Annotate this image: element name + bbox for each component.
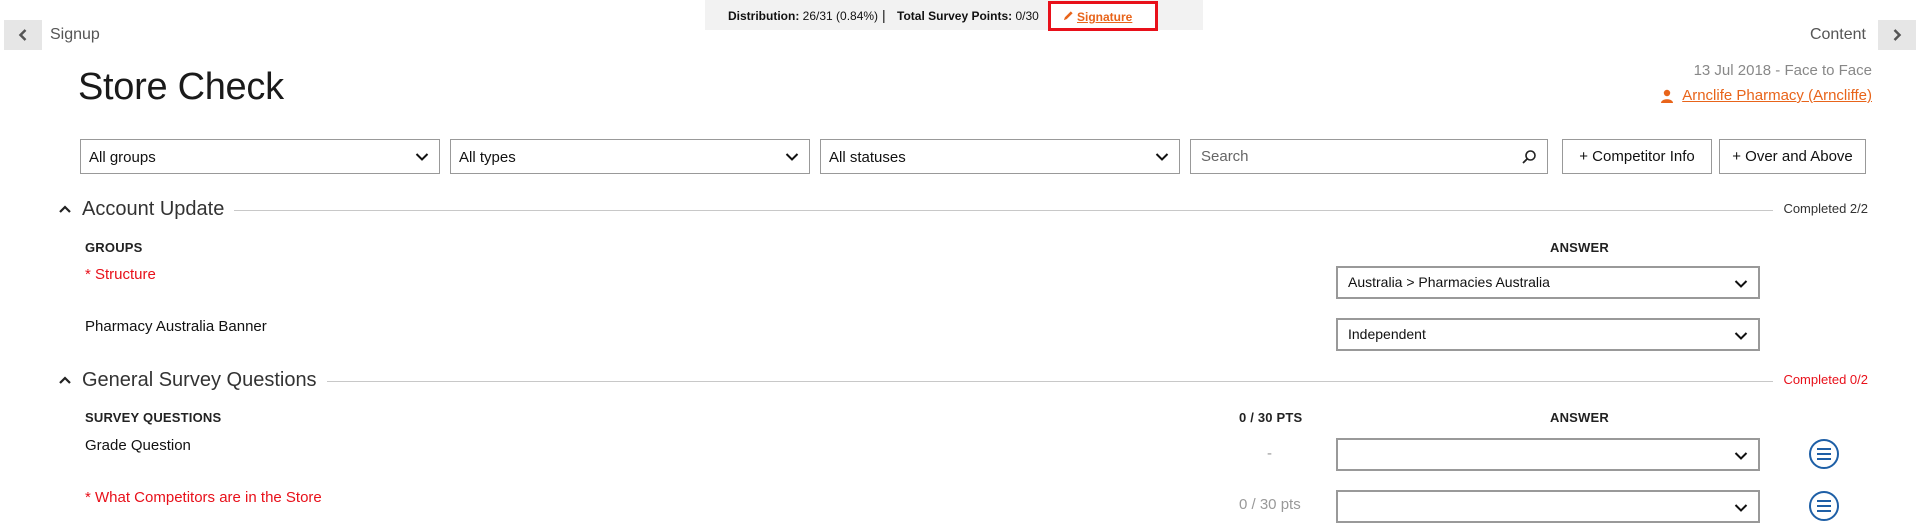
statuses-filter-select[interactable]: All statuses <box>820 139 1180 174</box>
section-title: Account Update <box>82 198 235 221</box>
types-filter-select[interactable]: All types <box>450 139 810 174</box>
prev-page-label[interactable]: Signup <box>50 26 100 44</box>
question-structure: * Structure <box>85 266 156 283</box>
signature-link[interactable]: Signature <box>1063 10 1132 24</box>
chevron-left-icon <box>18 29 27 41</box>
search-placeholder: Search <box>1201 148 1249 165</box>
chevron-down-icon <box>785 153 799 161</box>
chevron-down-icon <box>1734 504 1748 512</box>
section-completed: Completed 2/2 <box>1773 201 1868 216</box>
question-competitors: * What Competitors are in the Store <box>85 489 322 506</box>
groups-filter-value: All groups <box>89 149 156 166</box>
survey-points-value: 0/30 <box>1015 9 1039 23</box>
pencil-icon <box>1063 11 1073 21</box>
section-title: General Survey Questions <box>82 369 327 392</box>
chevron-up-icon[interactable] <box>58 204 72 214</box>
person-icon <box>1661 89 1674 103</box>
competitors-answer-select[interactable] <box>1336 490 1760 523</box>
stat-separator: | <box>882 7 886 23</box>
chevron-down-icon <box>1734 452 1748 460</box>
store-link[interactable]: Arnclife Pharmacy (Arncliffe) <box>1660 87 1872 104</box>
next-page-button[interactable] <box>1878 20 1916 50</box>
list-menu-icon[interactable] <box>1808 438 1840 470</box>
banner-answer-value: Independent <box>1348 326 1426 342</box>
question-pharmacy-banner: Pharmacy Australia Banner <box>85 318 267 335</box>
chevron-right-icon <box>1893 29 1902 41</box>
question-points: 0 / 30 pts <box>1239 496 1301 513</box>
prev-page-button[interactable] <box>4 20 42 50</box>
chevron-down-icon <box>1734 332 1748 340</box>
grade-answer-select[interactable] <box>1336 438 1760 471</box>
over-and-above-button[interactable]: + Over and Above <box>1719 139 1866 174</box>
chevron-down-icon <box>1155 153 1169 161</box>
answer-column-header: ANSWER <box>1550 410 1609 425</box>
competitor-info-button[interactable]: + Competitor Info <box>1562 139 1712 174</box>
visit-date-type: 13 Jul 2018 - Face to Face <box>1693 62 1872 79</box>
chevron-down-icon <box>415 153 429 161</box>
section-completed: Completed 0/2 <box>1773 372 1868 387</box>
groups-filter-select[interactable]: All groups <box>80 139 440 174</box>
survey-points-stat: Total Survey Points: 0/30 <box>897 9 1039 23</box>
chevron-up-icon[interactable] <box>58 375 72 385</box>
types-filter-value: All types <box>459 149 516 166</box>
next-page-label[interactable]: Content <box>1810 26 1866 44</box>
signature-label: Signature <box>1077 10 1133 24</box>
store-name: Arnclife Pharmacy (Arncliffe) <box>1682 87 1872 104</box>
question-grade: Grade Question <box>85 437 191 454</box>
question-points: - <box>1267 445 1272 462</box>
chevron-down-icon <box>1734 280 1748 288</box>
page-title: Store Check <box>78 66 284 108</box>
distribution-stat: Distribution: 26/31 (0.84%) <box>728 9 878 23</box>
groups-column-header: GROUPS <box>85 240 143 255</box>
banner-answer-select[interactable]: Independent <box>1336 318 1760 351</box>
store-check-screen: Distribution: 26/31 (0.84%) | Total Surv… <box>0 0 1920 532</box>
structure-answer-select[interactable]: Australia > Pharmacies Australia <box>1336 266 1760 299</box>
statuses-filter-value: All statuses <box>829 149 906 166</box>
search-input[interactable]: Search <box>1190 139 1548 174</box>
search-icon[interactable] <box>1521 149 1537 165</box>
section-account-update[interactable]: Account Update Completed 2/2 <box>58 198 1868 222</box>
list-menu-icon[interactable] <box>1808 490 1840 522</box>
points-column-header: 0 / 30 PTS <box>1239 410 1303 425</box>
section-general-survey[interactable]: General Survey Questions Completed 0/2 <box>58 369 1868 393</box>
answer-column-header: ANSWER <box>1550 240 1609 255</box>
signature-highlight: Signature <box>1048 1 1158 31</box>
distribution-label: Distribution: <box>728 9 800 23</box>
section-divider <box>228 210 1778 211</box>
distribution-value: 26/31 (0.84%) <box>802 9 879 23</box>
structure-answer-value: Australia > Pharmacies Australia <box>1348 274 1550 290</box>
survey-points-label: Total Survey Points: <box>897 9 1013 23</box>
section-divider <box>303 381 1778 382</box>
survey-questions-column-header: SURVEY QUESTIONS <box>85 410 222 425</box>
